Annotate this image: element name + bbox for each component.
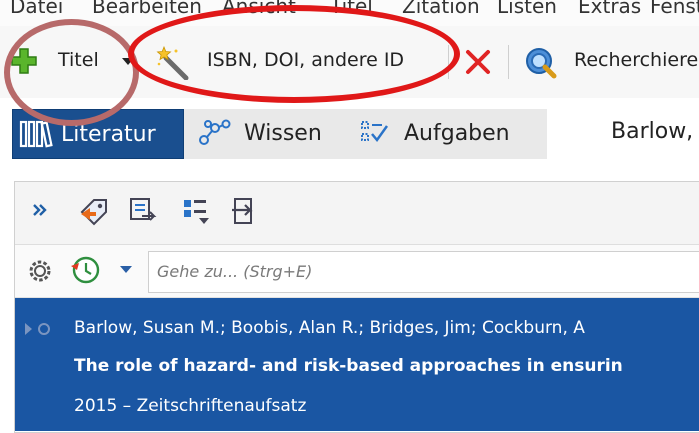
goto-search-box[interactable] xyxy=(148,251,699,293)
menu-item-window[interactable]: Fenster xyxy=(650,0,699,18)
export-icon[interactable] xyxy=(230,196,260,226)
menu-bar: Datei Bearbeiten Ansicht Titel Zitation … xyxy=(0,0,699,26)
menu-item-lists[interactable]: Listen xyxy=(497,0,557,18)
menu-item-title[interactable]: Titel xyxy=(330,0,373,18)
gear-icon[interactable] xyxy=(27,258,53,284)
new-title-label: Titel xyxy=(58,49,99,71)
tag-arrow-icon[interactable] xyxy=(78,194,110,226)
task-checklist-icon xyxy=(360,118,392,148)
tab-literature[interactable]: Literatur xyxy=(12,109,184,159)
tab-tasks-label: Aufgaben xyxy=(404,120,510,146)
expand-row-icon[interactable] xyxy=(23,322,53,336)
history-dropdown-icon[interactable] xyxy=(120,266,132,274)
magic-wand-icon xyxy=(156,46,190,80)
search-globe-icon xyxy=(524,46,558,80)
isbn-doi-label: ISBN, DOI, andere ID xyxy=(207,49,405,71)
tab-tasks[interactable]: Aufgaben xyxy=(360,109,510,157)
knowledge-network-icon xyxy=(198,118,232,148)
dropdown-arrow-icon[interactable] xyxy=(122,58,134,66)
tab-knowledge[interactable]: Wissen xyxy=(198,109,322,157)
selected-title-header: Barlow, xyxy=(611,119,694,144)
plus-icon xyxy=(10,47,38,75)
tab-literature-label: Literatur xyxy=(61,121,156,147)
goto-search-input[interactable] xyxy=(149,252,695,290)
menu-item-edit[interactable]: Bearbeiten xyxy=(92,0,202,18)
menu-item-citation[interactable]: Zitation xyxy=(402,0,480,18)
grid-dropdown-icon[interactable] xyxy=(181,196,211,226)
selected-reference-row[interactable]: Barlow, Susan M.; Boobis, Alan R.; Bridg… xyxy=(15,298,699,431)
reference-authors: Barlow, Susan M.; Boobis, Alan R.; Bridg… xyxy=(74,318,585,338)
research-label: Recherchieren xyxy=(574,49,699,71)
reference-meta: 2015 – Zeitschriftenaufsatz xyxy=(74,396,307,416)
move-to-group-icon[interactable] xyxy=(128,196,158,226)
new-title-button[interactable]: Titel xyxy=(8,45,138,79)
menu-item-view[interactable]: Ansicht xyxy=(222,0,296,18)
menu-item-file[interactable]: Datei xyxy=(10,0,63,18)
expand-chevrons-icon[interactable] xyxy=(32,201,50,219)
isbn-doi-button[interactable]: ISBN, DOI, andere ID xyxy=(152,44,442,80)
tab-knowledge-label: Wissen xyxy=(244,120,322,146)
books-icon xyxy=(19,118,53,150)
research-button[interactable]: Recherchieren xyxy=(522,44,699,80)
reference-title: The role of hazard- and risk-based appro… xyxy=(74,356,623,376)
list-toolbar xyxy=(15,182,699,245)
delete-icon[interactable] xyxy=(464,48,492,76)
menu-item-extras[interactable]: Extras xyxy=(578,0,641,18)
history-clock-icon[interactable] xyxy=(68,254,102,286)
